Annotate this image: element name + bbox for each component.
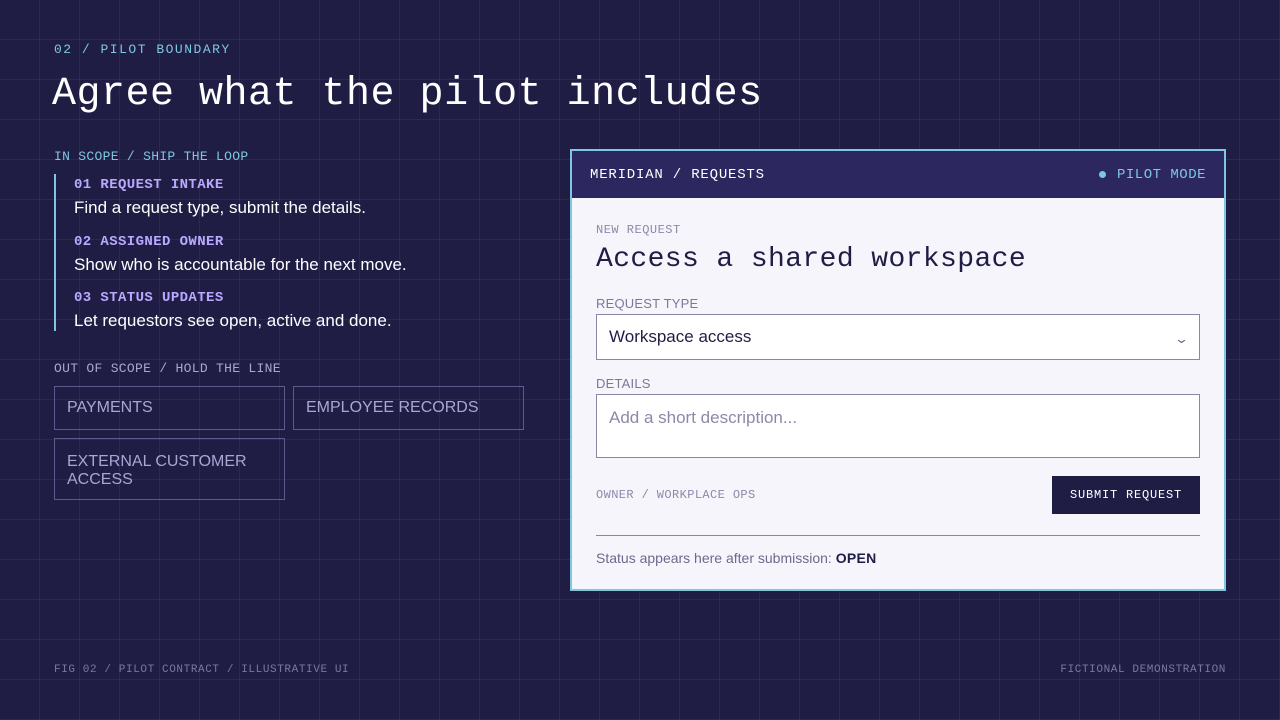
status-line: Status appears here after submission: OP… — [596, 550, 877, 566]
details-textarea[interactable]: Add a short description... — [596, 394, 1200, 458]
app-brand: MERIDIAN / REQUESTS — [590, 166, 765, 183]
app-window: MERIDIAN / REQUESTS PILOT MODE NEW REQUE… — [570, 149, 1226, 591]
status-text: Status appears here after submission: — [596, 550, 832, 566]
app-header: MERIDIAN / REQUESTS PILOT MODE — [572, 151, 1224, 198]
owner-label: OWNER / WORKPLACE OPS — [596, 488, 756, 502]
in-scope-item-description: Let requestors see open, active and done… — [74, 311, 392, 330]
in-scope-item-description: Find a request type, submit the details. — [74, 198, 366, 217]
out-of-scope-label: OUT OF SCOPE / HOLD THE LINE — [54, 361, 281, 376]
footer-caption: FIG 02 / PILOT CONTRACT / ILLUSTRATIVE U… — [54, 664, 350, 676]
in-scope-item-title: 03 STATUS UPDATES — [74, 290, 224, 306]
footer-disclaimer: FICTIONAL DEMONSTRATION — [1060, 664, 1226, 676]
in-scope-item: 02 ASSIGNED OWNER Show who is accountabl… — [74, 231, 524, 288]
pilot-mode-label: PILOT MODE — [1116, 166, 1206, 183]
in-scope-item: 03 STATUS UPDATES Let requestors see ope… — [74, 287, 524, 331]
dot-icon — [1098, 171, 1106, 178]
request-type-select[interactable]: Workspace access ⌄ — [596, 314, 1200, 360]
in-scope-item-title: 01 REQUEST INTAKE — [74, 177, 224, 193]
out-of-scope-chip-payments: PAYMENTS — [54, 386, 285, 430]
request-type-value: Workspace access — [609, 327, 752, 346]
request-type-label: REQUEST TYPE — [596, 296, 699, 311]
in-scope-item-title: 02 ASSIGNED OWNER — [74, 233, 224, 250]
divider — [596, 535, 1200, 536]
in-scope-label: IN SCOPE / SHIP THE LOOP — [54, 149, 249, 164]
details-placeholder: Add a short description... — [609, 408, 798, 427]
pilot-mode-indicator: PILOT MODE — [1098, 166, 1206, 183]
chevron-down-icon: ⌄ — [1173, 331, 1190, 346]
section-kicker: 02 / PILOT BOUNDARY — [54, 42, 231, 57]
status-value: OPEN — [835, 550, 877, 566]
out-of-scope-chip-external-customer-access: EXTERNAL CUSTOMER ACCESS — [54, 438, 285, 500]
in-scope-item-description: Show who is accountable for the next mov… — [74, 254, 407, 274]
details-label: DETAILS — [596, 376, 651, 391]
submit-request-button[interactable]: SUBMIT REQUEST — [1052, 476, 1200, 514]
in-scope-list: 01 REQUEST INTAKE Find a request type, s… — [54, 174, 524, 331]
form-eyebrow: NEW REQUEST — [596, 223, 681, 237]
out-of-scope-chip-employee-records: EMPLOYEE RECORDS — [293, 386, 524, 430]
form-title: Access a shared workspace — [596, 244, 1027, 275]
in-scope-item: 01 REQUEST INTAKE Find a request type, s… — [74, 174, 524, 231]
page-title: Agree what the pilot includes — [52, 72, 763, 117]
